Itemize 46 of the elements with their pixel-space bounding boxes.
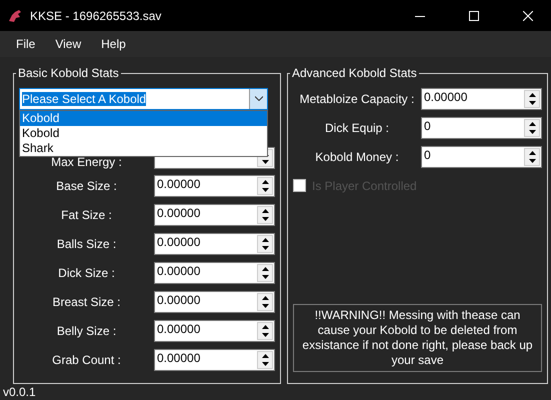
number-field[interactable]: 0.00000: [154, 232, 275, 254]
down-arrow-icon[interactable]: [262, 332, 268, 336]
field-label: Dick Size :: [57, 266, 116, 280]
down-arrow-icon[interactable]: [262, 160, 268, 164]
number-field[interactable]: 0.00000: [154, 348, 275, 370]
warning-text: !!WARNING!! Messing with thease can cause your Kobold to be deleted from exsistance if not done right, please back up your save: [293, 304, 542, 372]
version-label: v0.0.1: [2, 385, 37, 400]
number-field[interactable]: 0.00000: [154, 204, 275, 226]
field-label: Max Energy :: [50, 155, 123, 169]
menu-item[interactable]: Help: [91, 33, 136, 55]
field-label: Belly Size :: [56, 324, 118, 338]
down-arrow-icon[interactable]: [528, 100, 536, 104]
down-arrow-icon[interactable]: [262, 304, 268, 308]
field-label: Kobold Money :: [314, 150, 400, 164]
number-field[interactable]: 0.00000: [154, 320, 275, 342]
close-icon: [523, 10, 533, 20]
chevron-down-icon[interactable]: [249, 88, 267, 108]
number-field[interactable]: 0: [421, 116, 542, 138]
kobold-dropdown[interactable]: Please Select A Kobold: [19, 88, 268, 110]
down-arrow-icon[interactable]: [262, 362, 268, 366]
field-label: Base Size :: [55, 178, 118, 192]
field-label: Breast Size :: [51, 294, 122, 308]
down-arrow-icon[interactable]: [262, 216, 268, 220]
field-label: Balls Size :: [56, 236, 118, 250]
number-field[interactable]: 0.00000: [154, 290, 275, 312]
down-arrow-icon[interactable]: [528, 130, 536, 134]
dropdown-option[interactable]: Kobold: [20, 111, 267, 126]
menu-item[interactable]: File: [6, 33, 46, 55]
field-label: Grab Count :: [51, 352, 122, 366]
app-icon: [8, 8, 22, 22]
number-field[interactable]: 0.00000: [154, 174, 275, 196]
down-arrow-icon[interactable]: [262, 246, 268, 250]
panel-title: Basic Kobold Stats: [17, 66, 120, 80]
maximize-icon: [469, 10, 479, 20]
field-label: Fat Size :: [60, 208, 113, 222]
number-field[interactable]: 0.00000: [154, 262, 275, 284]
number-field[interactable]: 0.00000: [421, 88, 542, 110]
down-arrow-icon[interactable]: [262, 188, 268, 192]
field-label: Metabloize Capacity :: [298, 92, 416, 106]
panel-title: Advanced Kobold Stats: [291, 66, 418, 80]
down-arrow-icon[interactable]: [528, 158, 536, 162]
window-title: KKSE - 1696265533.sav: [30, 8, 162, 22]
field-label: Dick Equip :: [324, 120, 390, 134]
down-arrow-icon[interactable]: [262, 274, 268, 278]
menu-item[interactable]: View: [45, 33, 92, 55]
number-field[interactable]: 0: [421, 146, 542, 168]
